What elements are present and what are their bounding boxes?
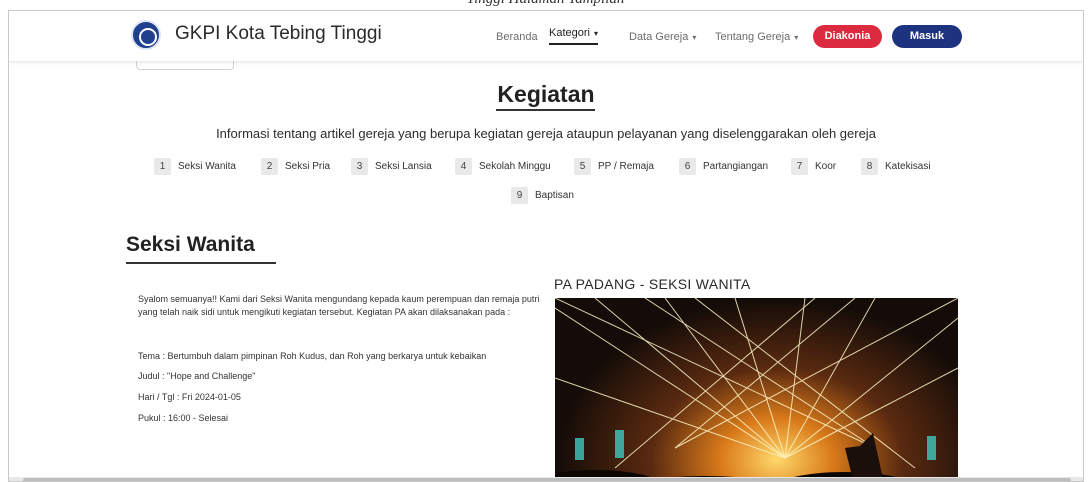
- document-caption-strip: Tinggi Halaman Tampilan: [0, 0, 1091, 10]
- category-seksi-lansia[interactable]: 3 Seksi Lansia: [351, 158, 432, 175]
- category-sekolah-minggu[interactable]: 4 Sekolah Minggu: [455, 158, 551, 175]
- section-underline: [126, 262, 276, 264]
- scrollbar-thumb[interactable]: [23, 478, 1071, 481]
- category-seksi-wanita[interactable]: 1 Seksi Wanita: [154, 158, 236, 175]
- category-number-badge: 3: [351, 158, 368, 175]
- diakonia-button[interactable]: Diakonia: [813, 25, 882, 48]
- page-title: Kegiatan: [497, 81, 595, 107]
- category-katekisasi[interactable]: 8 Katekisasi: [861, 158, 931, 175]
- category-number-badge: 9: [511, 187, 528, 204]
- nav-link-tentang-gereja[interactable]: Tentang Gereja ▾: [715, 31, 798, 43]
- category-label: Sekolah Minggu: [479, 161, 551, 172]
- category-label: PP / Remaja: [598, 161, 654, 172]
- title-underline: [496, 109, 595, 111]
- category-label: Baptisan: [535, 190, 574, 201]
- category-label: Seksi Pria: [285, 161, 331, 172]
- category-seksi-pria[interactable]: 2 Seksi Pria: [261, 158, 330, 175]
- category-label: Seksi Wanita: [178, 161, 236, 172]
- browser-viewport: GKPI Kota Tebing Tinggi Beranda Kategori…: [8, 10, 1084, 482]
- category-label: Seksi Lansia: [375, 161, 432, 172]
- document-caption-fragment: Tinggi Halaman Tampilan: [0, 0, 1091, 8]
- church-logo-icon[interactable]: [131, 20, 161, 50]
- nav-link-label: Tentang Gereja: [715, 31, 791, 43]
- article-image[interactable]: [555, 298, 958, 481]
- category-koor[interactable]: 7 Koor: [791, 158, 836, 175]
- chevron-down-icon: ▾: [794, 33, 799, 42]
- nav-link-kategori[interactable]: Kategori ▾: [549, 27, 598, 45]
- article-title[interactable]: PA PADANG - SEKSI WANITA: [554, 276, 751, 292]
- category-number-badge: 6: [679, 158, 696, 175]
- brand-name[interactable]: GKPI Kota Tebing Tinggi: [175, 23, 382, 45]
- article-judul: Judul : "Hope and Challenge": [138, 371, 256, 381]
- chevron-down-icon: ▾: [593, 29, 598, 38]
- category-number-badge: 4: [455, 158, 472, 175]
- page-description: Informasi tentang artikel gereja yang be…: [216, 126, 876, 141]
- category-number-badge: 1: [154, 158, 171, 175]
- category-number-badge: 5: [574, 158, 591, 175]
- category-number-badge: 2: [261, 158, 278, 175]
- category-label: Koor: [815, 161, 837, 172]
- category-label: Katekisasi: [885, 161, 931, 172]
- navbar: GKPI Kota Tebing Tinggi Beranda Kategori…: [9, 11, 1083, 61]
- masuk-button[interactable]: Masuk: [892, 25, 962, 48]
- category-baptisan[interactable]: 9 Baptisan: [511, 187, 574, 204]
- article-body: Syalom semuanya!! Kami dari Seksi Wanita…: [138, 294, 540, 317]
- section-title: Seksi Wanita: [126, 233, 255, 256]
- nav-link-label: Data Gereja: [629, 31, 689, 43]
- chevron-down-icon: ▾: [692, 33, 697, 42]
- nav-link-label: Beranda: [496, 31, 538, 43]
- nav-link-beranda[interactable]: Beranda: [496, 31, 538, 43]
- category-pp-remaja[interactable]: 5 PP / Remaja: [574, 158, 654, 175]
- category-number-badge: 7: [791, 158, 808, 175]
- concert-lights-image: [555, 298, 958, 481]
- article-pukul: Pukul : 16:00 - Selesai: [138, 413, 229, 423]
- category-partangiangan[interactable]: 6 Partangiangan: [679, 158, 768, 175]
- article-tema: Tema : Bertumbuh dalam pimpinan Roh Kudu…: [138, 351, 487, 361]
- category-label: Partangiangan: [703, 161, 769, 172]
- category-number-badge: 8: [861, 158, 878, 175]
- nav-link-label: Kategori: [549, 27, 590, 39]
- nav-link-data-gereja[interactable]: Data Gereja ▾: [629, 31, 696, 43]
- article-hari: Hari / Tgl : Fri 2024-01-05: [138, 392, 241, 402]
- horizontal-scrollbar[interactable]: [9, 477, 1083, 481]
